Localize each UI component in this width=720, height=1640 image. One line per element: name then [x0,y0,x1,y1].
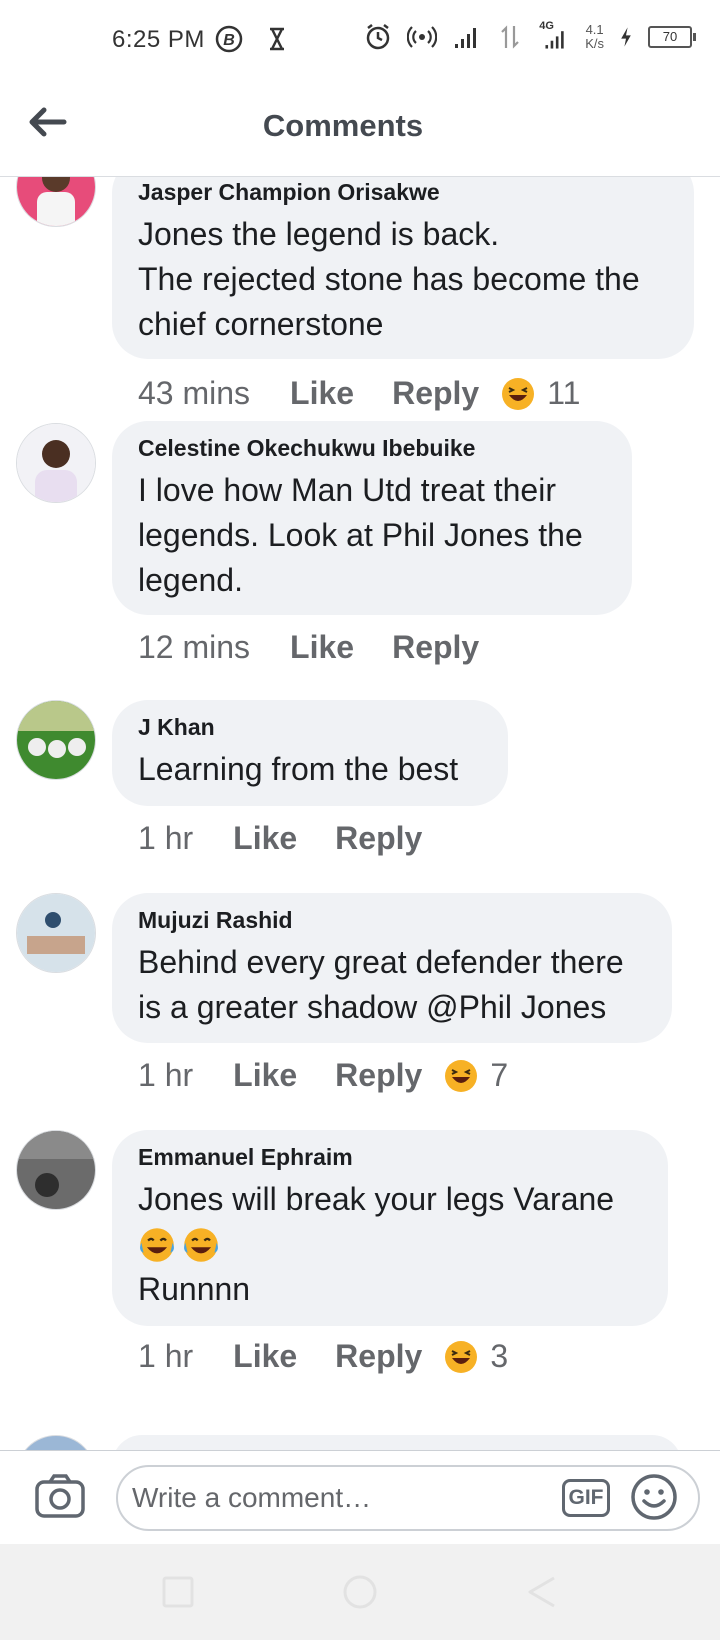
back-icon[interactable] [524,1574,560,1610]
haha-reaction-icon [445,1059,478,1092]
comment-author[interactable]: J Khan [138,714,482,741]
hourglass-icon [270,27,284,51]
comment-bubble[interactable]: Emmanuel Ephraim Jones will break your l… [112,1130,668,1326]
camera-icon[interactable] [34,1473,86,1519]
haha-reaction-icon [502,377,535,410]
comment-time[interactable]: 12 mins [138,629,250,666]
svg-text:B: B [223,32,235,49]
page-title: Comments [262,108,424,143]
avatar[interactable] [16,423,96,503]
comment-bubble[interactable]: Jasper Champion Orisakwe Jones the legen… [112,177,694,359]
comment-composer: GIF [0,1450,720,1545]
reaction-summary[interactable]: 7 [444,1057,508,1094]
reaction-count: 3 [490,1338,509,1374]
emoji-row [138,1222,642,1267]
avatar[interactable] [16,1435,96,1450]
reply-button[interactable]: Reply [335,1057,422,1094]
avatar-image [17,701,95,779]
network-speed-unit: K/s [585,36,604,51]
reaction-count: 11 [547,375,581,411]
status-right-icons: 4G 4.1 K/s 70 [363,20,696,52]
comments-feed[interactable]: Jasper Champion Orisakwe Jones the legen… [0,177,720,1450]
battery-indicator: 70 [648,26,696,48]
comment-time[interactable]: 1 hr [138,820,193,857]
avatar-image [17,894,95,972]
comment-bubble[interactable] [112,1435,682,1450]
comment-author[interactable]: Emmanuel Ephraim [138,1144,642,1171]
like-button[interactable]: Like [290,629,354,666]
status-time: 6:25 PM [112,26,205,53]
haha-reaction-icon [445,1340,478,1373]
system-nav-bar [0,1544,720,1640]
reply-button[interactable]: Reply [392,375,479,412]
comment-time[interactable]: 43 mins [138,375,250,412]
avatar-image [17,1131,95,1209]
reply-button[interactable]: Reply [392,629,479,666]
avatar-image [17,177,95,226]
comment-text: I love how Man Utd treat their legends. … [138,472,592,598]
like-button[interactable]: Like [290,375,354,412]
comment-text: Jones will break your legs Varane [138,1181,615,1217]
comment-text: Jones the legend is back. The rejected s… [138,216,640,342]
gif-label: GIF [568,1486,604,1509]
network-speed-value: 4.1 [585,22,604,37]
reaction-summary[interactable]: 3 [444,1338,508,1375]
alarm-icon [366,24,390,50]
comment-author[interactable]: Celestine Okechukwu Ibebuike [138,435,606,462]
comment-input[interactable] [116,1465,700,1531]
comment-author[interactable]: Jasper Champion Orisakwe [138,179,668,206]
comment-actions: 12 mins Like Reply [138,629,517,666]
avatar-image [17,424,95,502]
tears-of-joy-emoji-icon [140,1227,174,1262]
status-bar: 6:25 PM B 4G 4.1 K/s 70 [0,0,720,80]
comment-text-continued: Runnnn [138,1271,251,1307]
data-transfer-icon [501,25,519,49]
reaction-count: 7 [490,1057,509,1093]
hotspot-icon [407,26,438,48]
comment-bubble[interactable]: Celestine Okechukwu Ibebuike I love how … [112,421,632,615]
header: Comments [0,80,720,177]
network-4g-signal: 4G [539,20,571,52]
comment-text: Behind every great defender there is a g… [138,944,633,1025]
reaction-summary[interactable]: 11 [501,375,580,412]
comment-actions: 1 hr Like Reply 7 [138,1057,508,1094]
charging-icon [621,27,631,47]
reply-button[interactable]: Reply [335,820,422,857]
recent-apps-icon[interactable] [160,1574,196,1610]
comment-text: Learning from the best [138,751,459,787]
status-left-icons: B [214,24,292,54]
like-button[interactable]: Like [233,1338,297,1375]
comment-actions: 1 hr Like Reply [138,820,460,857]
like-button[interactable]: Like [233,820,297,857]
smiley-icon[interactable] [630,1473,678,1521]
avatar[interactable] [16,893,96,973]
reply-button[interactable]: Reply [335,1338,422,1375]
comment-bubble[interactable]: J Khan Learning from the best [112,700,508,806]
comment-time[interactable]: 1 hr [138,1057,193,1094]
comment-bubble[interactable]: Mujuzi Rashid Behind every great defende… [112,893,672,1043]
like-button[interactable]: Like [233,1057,297,1094]
network-speed: 4.1 K/s [585,23,604,51]
comment-actions: 43 mins Like Reply 11 [138,375,580,412]
tears-of-joy-emoji-icon [184,1227,218,1262]
avatar[interactable] [16,1130,96,1210]
gif-button[interactable]: GIF [562,1479,610,1517]
comment-actions: 1 hr Like Reply 3 [138,1338,508,1375]
comment-time[interactable]: 1 hr [138,1338,193,1375]
home-icon[interactable] [342,1574,378,1610]
comment-author[interactable]: Mujuzi Rashid [138,907,646,934]
signal-icon [545,31,564,49]
signal-icon [455,28,477,48]
avatar[interactable] [16,700,96,780]
b-badge-icon: B [215,25,243,53]
avatar[interactable] [16,177,96,227]
